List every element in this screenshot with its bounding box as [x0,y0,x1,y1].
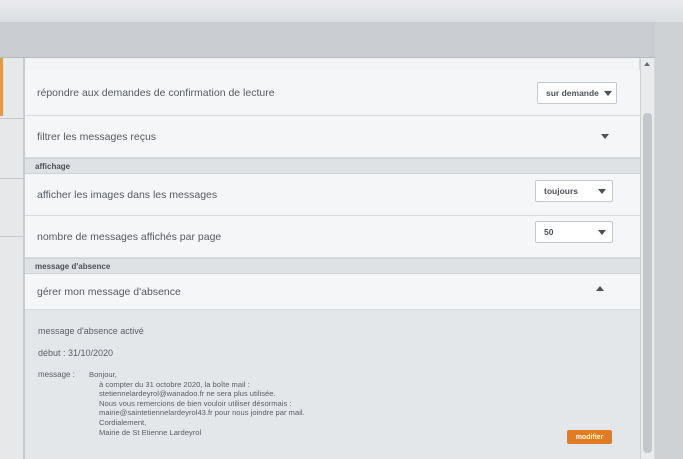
rail-divider [0,236,24,237]
vertical-scrollbar[interactable] [640,58,654,459]
setting-row-filter[interactable]: filtrer les messages reçus [25,116,640,158]
images-select[interactable]: toujours [535,180,613,202]
chevron-down-icon [598,189,606,194]
chevron-down-icon [604,91,612,96]
absence-status: message d'absence activé [38,326,144,336]
chevron-down-icon [598,230,606,235]
chevron-up-icon[interactable] [596,286,604,291]
read-receipt-select[interactable]: sur demande [537,82,617,104]
rail-divider [0,118,24,119]
settings-panel: répondre aux demandes de confirmation de… [24,58,640,459]
per-page-select[interactable]: 50 [535,221,613,243]
active-sidebar-indicator [0,58,3,116]
modify-absence-button[interactable]: modifier [567,430,612,444]
per-page-value: 50 [544,227,554,237]
rail-divider [0,178,24,179]
scroll-up-arrow-icon[interactable] [644,62,650,66]
scrollbar-thumb[interactable] [643,113,652,453]
absence-start-date: début : 31/10/2020 [38,348,114,358]
chevron-down-icon[interactable] [601,134,609,139]
absence-details: message d'absence activé début : 31/10/2… [25,310,640,459]
absence-manage-label: gérer mon message d'absence [37,285,181,298]
absence-message-body: Bonjour, à compter du 31 octobre 2020, l… [89,370,305,437]
left-sidebar-rail [0,58,24,459]
header-bar [0,22,683,58]
setting-row-absence[interactable]: gérer mon message d'absence [25,274,640,310]
message-line: Cordialement, [99,417,147,427]
message-line: à compter du 31 octobre 2020, la boîte m… [99,379,250,389]
filter-label: filtrer les messages reçus [37,130,157,143]
message-line: stetiennelardeyrol@wanadoo.fr ne sera pl… [99,389,276,399]
section-header-absence: message d'absence [25,258,640,274]
message-line: Nous vous remercions de bien vouloir uti… [99,398,292,408]
message-line: mairie@saintetiennelardeyrol43.fr pour n… [99,408,305,418]
read-receipt-value: sur demande [546,88,599,98]
window-top-band [0,0,683,22]
outer-frame [655,22,683,459]
absence-message-label: message : [38,370,75,379]
images-value: toujours [544,186,578,196]
message-line: Mairie de St Etienne Lardeyrol [99,427,202,437]
section-header-display: affichage [25,158,640,174]
message-line: Bonjour, [89,370,117,379]
